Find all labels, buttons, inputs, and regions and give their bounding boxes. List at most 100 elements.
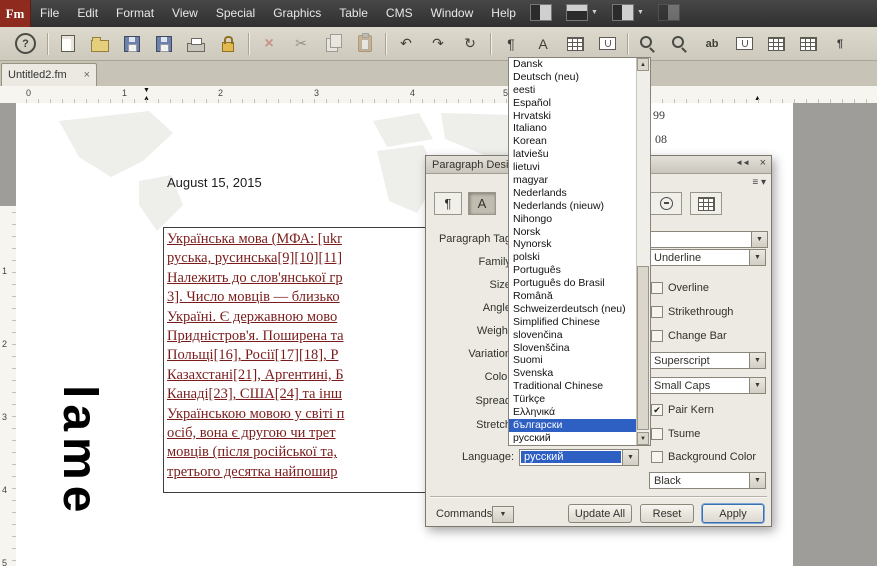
save-as-icon[interactable]: [152, 32, 176, 56]
language-combo[interactable]: русский ▼: [519, 448, 639, 466]
underline-combo[interactable]: Underline ▼: [649, 249, 766, 266]
menu-table[interactable]: Table: [330, 0, 377, 27]
reset-button[interactable]: Reset: [640, 504, 694, 523]
text-symbols-icon[interactable]: ¶: [828, 32, 852, 56]
language-option[interactable]: русский: [509, 432, 638, 445]
find-icon[interactable]: [668, 32, 692, 56]
menu-edit[interactable]: Edit: [68, 0, 107, 27]
anchor-icon[interactable]: [732, 32, 756, 56]
zoom-icon[interactable]: [636, 32, 660, 56]
new-document-icon[interactable]: [56, 32, 80, 56]
language-option[interactable]: Norsk: [509, 226, 638, 239]
spell-check-icon[interactable]: ab: [700, 32, 724, 56]
language-option[interactable]: Ελληνικά: [509, 406, 638, 419]
tsume-checkbox[interactable]: Tsume: [651, 428, 700, 440]
background-color-combo[interactable]: Black ▼: [649, 472, 766, 489]
scrollbar-thumb[interactable]: [637, 266, 649, 430]
tab-close-icon[interactable]: ×: [84, 69, 90, 81]
menu-special[interactable]: Special: [207, 0, 264, 27]
update-all-button[interactable]: Update All: [568, 504, 632, 523]
caret-down-icon[interactable]: ▼: [749, 353, 765, 368]
help-icon[interactable]: ?: [15, 33, 36, 54]
document-window-icon[interactable]: [530, 4, 552, 21]
view-mode-icon[interactable]: ▼: [611, 4, 644, 21]
language-option[interactable]: Slovenščina: [509, 342, 638, 355]
cell-borders-icon[interactable]: [764, 32, 788, 56]
collapse-panel-icon[interactable]: ◄◄: [735, 158, 750, 167]
caret-down-icon[interactable]: ▼: [749, 473, 765, 488]
menu-cms[interactable]: CMS: [377, 0, 422, 27]
tab-untitled2[interactable]: Untitled2.fm ×: [1, 63, 97, 86]
undo-icon[interactable]: ↶: [394, 32, 418, 56]
language-option[interactable]: Português do Brasil: [509, 277, 638, 290]
language-option[interactable]: Română: [509, 290, 638, 303]
strikethrough-checkbox[interactable]: Strikethrough: [651, 306, 733, 318]
language-option[interactable]: lietuvi: [509, 161, 638, 174]
language-option[interactable]: polski: [509, 251, 638, 264]
language-option[interactable]: Nihongo: [509, 213, 638, 226]
language-option[interactable]: Español: [509, 97, 638, 110]
language-option[interactable]: Schweizerdeutsch (neu): [509, 303, 638, 316]
save-icon[interactable]: [120, 32, 144, 56]
language-option[interactable]: Traditional Chinese: [509, 380, 638, 393]
language-option[interactable]: magyar: [509, 174, 638, 187]
language-option[interactable]: Português: [509, 264, 638, 277]
language-option[interactable]: latviešu: [509, 148, 638, 161]
menu-view[interactable]: View: [163, 0, 207, 27]
language-option[interactable]: Italiano: [509, 122, 638, 135]
language-option[interactable]: български: [509, 418, 638, 432]
menu-file[interactable]: File: [31, 0, 68, 27]
close-panel-icon[interactable]: ×: [760, 157, 767, 169]
open-document-icon[interactable]: [88, 32, 112, 56]
background-color-checkbox[interactable]: Background Color: [651, 451, 756, 463]
refresh-icon[interactable]: ↻: [458, 32, 482, 56]
menu-format[interactable]: Format: [107, 0, 163, 27]
language-option[interactable]: Simplified Chinese: [509, 316, 638, 329]
language-option[interactable]: Nederlands: [509, 187, 638, 200]
scroll-up-icon[interactable]: ▲: [637, 58, 649, 71]
paragraph-designer-icon[interactable]: ¶: [499, 32, 523, 56]
language-option[interactable]: eesti: [509, 84, 638, 97]
caret-down-icon[interactable]: ▼: [622, 449, 638, 465]
language-option[interactable]: Hrvatski: [509, 110, 638, 123]
language-option[interactable]: slovenčina: [509, 329, 638, 342]
tab-asian-features[interactable]: [650, 192, 682, 215]
scrollbar[interactable]: ▲ ▼: [636, 58, 650, 445]
commands-menu-button[interactable]: ▼: [492, 506, 514, 523]
tab-basic-paragraph[interactable]: ¶: [434, 192, 462, 215]
panel-menu-icon[interactable]: ≡ ▾: [752, 177, 766, 188]
menu-window[interactable]: Window: [422, 0, 483, 27]
scroll-down-icon[interactable]: ▼: [637, 432, 649, 445]
tab-default-font[interactable]: A: [468, 192, 496, 215]
character-designer-icon[interactable]: A: [531, 32, 555, 56]
redo-icon[interactable]: ↷: [426, 32, 450, 56]
caret-down-icon[interactable]: ▼: [749, 250, 765, 265]
print-icon[interactable]: [184, 32, 208, 56]
pair-kern-checkbox[interactable]: ✔ Pair Kern: [651, 404, 714, 416]
superscript-combo[interactable]: Superscript ▼: [649, 352, 766, 369]
language-option[interactable]: Svenska: [509, 367, 638, 380]
language-option[interactable]: Türkçe: [509, 393, 638, 406]
menu-help[interactable]: Help: [482, 0, 525, 27]
app-logo[interactable]: Fm: [0, 0, 31, 27]
caret-down-icon[interactable]: ▼: [751, 231, 767, 247]
caret-down-icon[interactable]: ▼: [749, 378, 765, 393]
overline-checkbox[interactable]: Overline: [651, 282, 709, 294]
tab-table-cell[interactable]: [690, 192, 722, 215]
language-option[interactable]: Suomi: [509, 354, 638, 367]
apply-button[interactable]: Apply: [702, 504, 764, 523]
language-option[interactable]: Nynorsk: [509, 238, 638, 251]
language-option[interactable]: Korean: [509, 135, 638, 148]
small-caps-combo[interactable]: Small Caps ▼: [649, 377, 766, 394]
language-option[interactable]: Nederlands (nieuw): [509, 200, 638, 213]
first-indent-marker[interactable]: ▼: [143, 87, 150, 94]
menu-graphics[interactable]: Graphics: [264, 0, 330, 27]
table-designer-icon[interactable]: [563, 32, 587, 56]
lock-document-icon[interactable]: [216, 32, 240, 56]
insert-table-icon[interactable]: [796, 32, 820, 56]
layout-switcher-icon[interactable]: ▼: [566, 4, 598, 21]
language-option[interactable]: Deutsch (neu): [509, 71, 638, 84]
anchored-frame-icon[interactable]: [595, 32, 619, 56]
language-option[interactable]: Dansk: [509, 58, 638, 71]
change-bar-checkbox[interactable]: Change Bar: [651, 330, 727, 342]
